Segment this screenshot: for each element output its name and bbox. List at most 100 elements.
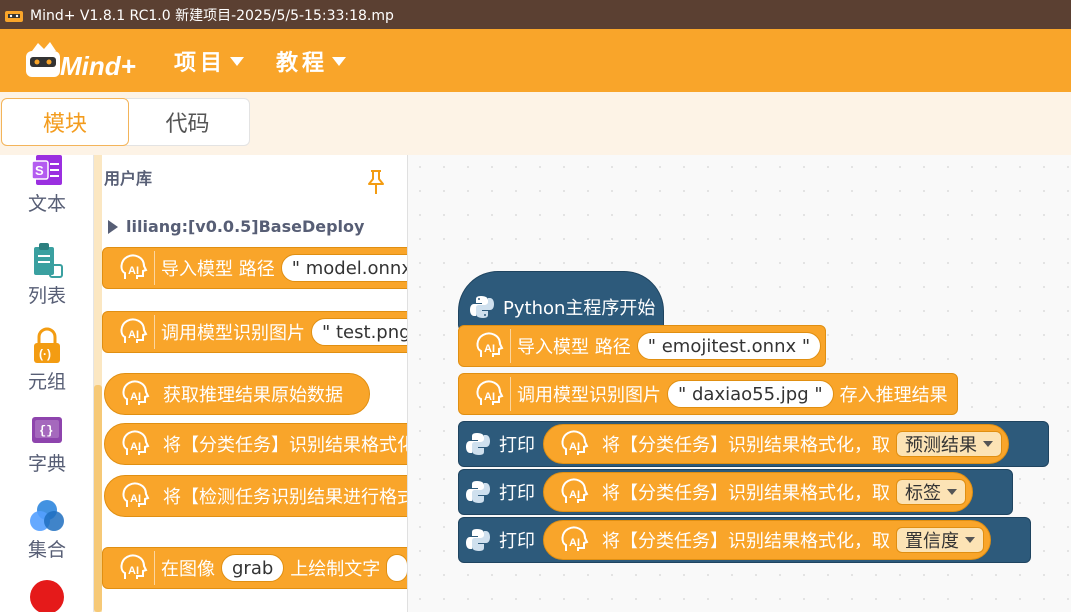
ws-format-reporter-1[interactable]: AI 将【分类任务】识别结果格式化，取 预测结果 (543, 424, 1009, 464)
palette-block-import-model[interactable]: AI 导入模型 路径 " model.onnx (102, 247, 407, 289)
svg-text:AI: AI (484, 343, 495, 355)
svg-text:S: S (35, 163, 44, 178)
category-list[interactable]: 列表 (0, 243, 93, 308)
tab-strip: 模块 代码 (0, 92, 1071, 155)
palette-model-path-slot[interactable]: " model.onnx (280, 254, 407, 282)
svg-text:AI: AI (130, 493, 141, 505)
svg-text:AI: AI (130, 391, 141, 403)
ws-print-block-2[interactable]: 打印 AI 将【分类任务】识别结果格式化，取 标签 (458, 469, 1013, 515)
python-logo-icon (470, 296, 494, 318)
ws-image-path-input[interactable]: " daxiao55.jpg " (667, 380, 834, 408)
ai-head-icon: AI (113, 479, 157, 513)
category-tuple-label: 元组 (27, 371, 66, 393)
ws-format-text: 将【分类任务】识别结果格式化，取 (602, 531, 890, 552)
palette-block-import-model-text: 导入模型 路径 (161, 259, 275, 280)
palette-block-format-detect-text: 将【检测任务识别结果进行格式 (163, 487, 408, 508)
tab-blocks[interactable]: 模块 (1, 98, 129, 146)
set-circles-icon (30, 500, 64, 531)
palette-block-infer-image[interactable]: AI 调用模型识别图片 " test.png (102, 311, 407, 353)
dropdown-caret-icon (965, 537, 975, 543)
palette-block-draw-text-text: 在图像 (161, 559, 215, 580)
ws-format-text: 将【分类任务】识别结果格式化，取 (602, 435, 890, 456)
expand-triangle-icon (108, 219, 118, 234)
ws-model-path-input[interactable]: " emojitest.onnx " (636, 332, 822, 360)
category-text-label: 文本 (27, 193, 66, 215)
list-icon (34, 243, 63, 278)
ws-block-infer-image-suffix: 存入推理结果 (839, 385, 948, 406)
library-folder[interactable]: liliang:[v0.0.5]BaseDeploy (108, 217, 364, 236)
menu-project[interactable]: 项目 (174, 47, 245, 76)
ws-format-reporter-3[interactable]: AI 将【分类任务】识别结果格式化，取 置信度 (543, 520, 991, 560)
ws-field-dropdown-3-value: 置信度 (905, 531, 959, 552)
category-dictionary[interactable]: {} 字典 (0, 415, 93, 476)
ws-block-import-model[interactable]: AI 导入模型 路径 " emojitest.onnx " (458, 325, 826, 367)
ws-print-label: 打印 (499, 531, 535, 552)
ai-head-icon: AI (113, 427, 157, 461)
palette-text-slot[interactable] (386, 554, 407, 582)
window-title: Mind+ V1.8.1 RC1.0 新建项目-2025/5/5-15:33:1… (30, 7, 394, 24)
ai-head-icon: AI (111, 251, 155, 285)
category-list-label: 列表 (27, 285, 66, 307)
block-palette: 用户库 liliang:[v0.0.5]BaseDeploy AI 导入模型 路… (102, 155, 408, 612)
ai-head-icon: AI (111, 315, 155, 349)
svg-text:AI: AI (128, 565, 139, 577)
mindplus-logo: Mind+ (26, 42, 136, 81)
svg-text:AI: AI (484, 391, 495, 403)
svg-text:AI: AI (569, 489, 580, 501)
ai-head-icon: AI (552, 427, 596, 461)
ws-field-dropdown-1[interactable]: 预测结果 (896, 431, 1002, 457)
svg-text:AI: AI (569, 441, 580, 453)
svg-text:(·): (·) (39, 347, 51, 361)
palette-block-format-detect[interactable]: AI 将【检测任务识别结果进行格式 (104, 475, 408, 517)
ws-block-import-model-text: 导入模型 路径 (517, 337, 631, 358)
menu-bar: Mind+ 项目 教程 (0, 29, 1071, 92)
python-main-hat-block[interactable]: Python主程序开始 (458, 271, 664, 331)
category-more-red-dot[interactable] (30, 580, 64, 612)
ai-head-icon: AI (467, 329, 511, 363)
chevron-down-icon (230, 56, 245, 66)
category-text[interactable]: S 文本 (0, 155, 93, 216)
script-workspace[interactable]: Python主程序开始 AI 导入模型 路径 " emojitest.onnx … (408, 155, 1071, 612)
pin-icon[interactable] (366, 169, 386, 195)
palette-block-format-classify-text: 将【分类任务】识别结果格式化 (163, 435, 408, 456)
svg-text:{}: {} (39, 424, 53, 438)
python-logo-icon (466, 433, 490, 455)
ws-block-infer-image[interactable]: AI 调用模型识别图片 " daxiao55.jpg " 存入推理结果 (458, 373, 958, 415)
dropdown-caret-icon (947, 489, 957, 495)
ws-print-block-1[interactable]: 打印 AI 将【分类任务】识别结果格式化，取 预测结果 (458, 421, 1049, 467)
palette-image-var-slot[interactable]: grab (221, 554, 285, 582)
category-set[interactable]: 集合 (0, 499, 93, 562)
python-main-hat-label: Python主程序开始 (503, 298, 656, 319)
dictionary-book-icon: {} (32, 417, 62, 443)
svg-text:AI: AI (128, 329, 139, 341)
python-logo-icon (466, 481, 490, 503)
palette-block-raw-result-text: 获取推理结果原始数据 (163, 385, 343, 406)
ws-field-dropdown-2[interactable]: 标签 (896, 479, 966, 505)
svg-text:Mind+: Mind+ (60, 51, 136, 81)
category-tuple[interactable]: (·) 元组 (0, 327, 93, 394)
ws-print-label: 打印 (499, 435, 535, 456)
menu-tutorial[interactable]: 教程 (276, 47, 347, 76)
tuple-lock-icon: (·) (34, 327, 60, 363)
palette-block-draw-text[interactable]: AI 在图像 grab 上绘制文字 (102, 547, 407, 589)
palette-block-infer-image-text: 调用模型识别图片 (161, 323, 305, 344)
ws-block-infer-image-text: 调用模型识别图片 (517, 385, 661, 406)
palette-image-path-slot[interactable]: " test.png (311, 318, 407, 346)
palette-block-raw-result[interactable]: AI 获取推理结果原始数据 (104, 373, 370, 415)
title-bar: Mind+ V1.8.1 RC1.0 新建项目-2025/5/5-15:33:1… (0, 0, 1071, 29)
ws-print-block-3[interactable]: 打印 AI 将【分类任务】识别结果格式化，取 置信度 (458, 517, 1031, 563)
palette-scrollbar-thumb[interactable] (94, 385, 102, 612)
ai-head-icon: AI (552, 523, 596, 557)
category-dictionary-label: 字典 (27, 453, 66, 475)
text-icon: S (31, 155, 62, 185)
ws-print-label: 打印 (499, 483, 535, 504)
palette-block-format-classify[interactable]: AI 将【分类任务】识别结果格式化 (104, 423, 408, 465)
tab-code[interactable]: 代码 (126, 98, 250, 146)
svg-text:AI: AI (569, 537, 580, 549)
ws-field-dropdown-3[interactable]: 置信度 (896, 527, 984, 553)
ai-head-icon: AI (113, 377, 157, 411)
menu-project-label: 项目 (174, 51, 227, 76)
category-set-label: 集合 (27, 539, 66, 561)
ws-format-reporter-2[interactable]: AI 将【分类任务】识别结果格式化，取 标签 (543, 472, 973, 512)
svg-text:AI: AI (130, 441, 141, 453)
